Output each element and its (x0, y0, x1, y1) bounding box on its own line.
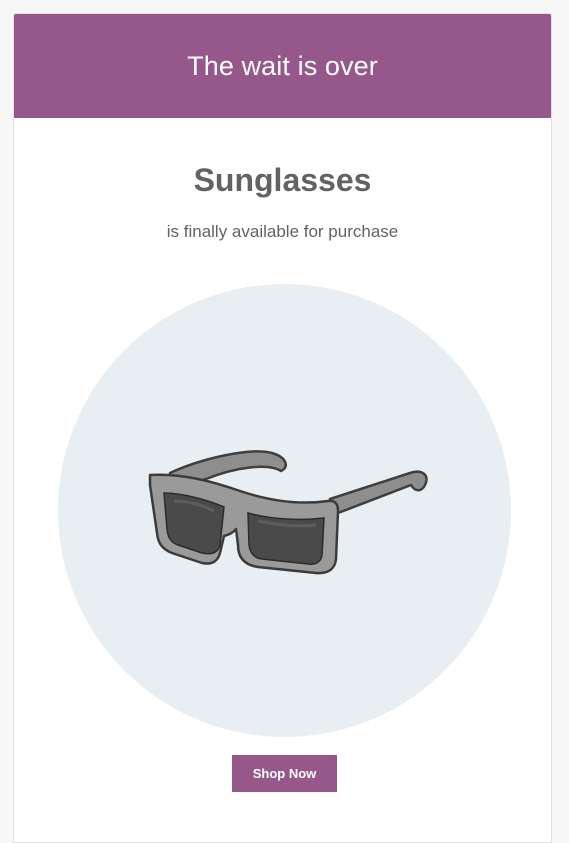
product-image-circle (58, 284, 511, 737)
email-card: The wait is over Sunglasses is finally a… (13, 13, 552, 843)
product-name: Sunglasses (193, 162, 372, 198)
product-tagline: is finally available for purchase (166, 222, 399, 241)
header-title: The wait is over (187, 50, 378, 81)
email-body: Sunglasses is finally available for purc… (14, 118, 551, 792)
shop-now-button[interactable]: Shop Now (232, 755, 337, 792)
email-header: The wait is over (14, 14, 551, 118)
sunglasses-icon (148, 449, 428, 574)
